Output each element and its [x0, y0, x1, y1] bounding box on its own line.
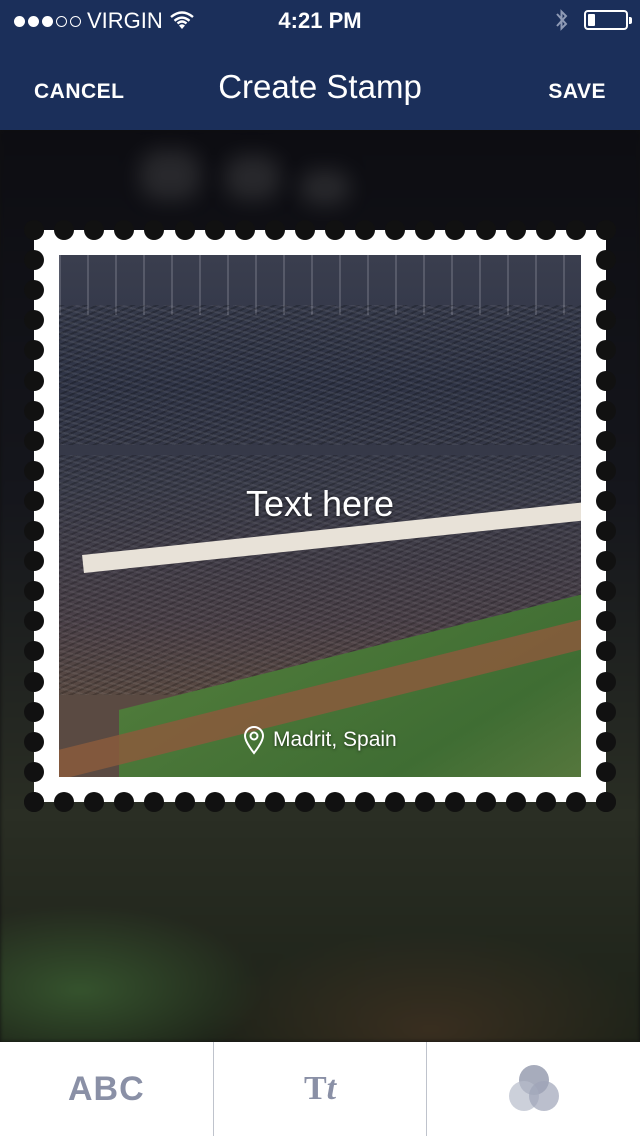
stamp-perforation: [565, 792, 586, 812]
stamp-perforation: [24, 460, 44, 481]
stamp-perforation: [385, 220, 406, 240]
text-tool-label: ABC: [68, 1069, 145, 1108]
stamp-perforation: [24, 761, 44, 782]
font-tool-button[interactable]: Tt: [214, 1042, 428, 1136]
stamp-perforation: [24, 280, 44, 301]
stamp-perforation: [355, 220, 376, 240]
stamp-perforation: [596, 731, 616, 752]
stamp-perforation: [54, 792, 75, 812]
stamp-perforation: [84, 220, 105, 240]
stamp-perforation: [565, 220, 586, 240]
stamp-perforation: [24, 250, 44, 271]
location-pin-icon: [243, 726, 265, 755]
stamp-perforation: [264, 792, 285, 812]
stamp-perforation: [294, 792, 315, 812]
stamp-perforation: [596, 521, 616, 541]
stamp-perforation: [24, 340, 44, 361]
stamp-perforation: [24, 220, 44, 240]
stamp-perforation: [505, 792, 526, 812]
stamp-perforation: [596, 551, 616, 572]
stamp-perforation: [596, 400, 616, 421]
stamp-perforation: [24, 581, 44, 602]
stamp-perforation: [204, 792, 225, 812]
stamp-perforation: [445, 220, 466, 240]
stamp-perforation: [114, 220, 135, 240]
stamp-perforation: [24, 521, 44, 541]
stamp-perforation: [294, 220, 315, 240]
bluetooth-icon: [556, 9, 568, 31]
stamp-perforation: [24, 551, 44, 572]
stamp-perforation: [24, 611, 44, 632]
stamp-perforation: [596, 761, 616, 782]
stamp-perforation: [596, 490, 616, 511]
stamp-preview[interactable]: Text here Madrit, Spain: [24, 220, 616, 812]
stamp-perforation: [535, 792, 556, 812]
stamp-perforation: [596, 250, 616, 271]
stamp-perforation: [596, 701, 616, 722]
stamp-perforation: [24, 400, 44, 421]
stamp-perforation: [596, 791, 616, 812]
stamp-perforation: [24, 310, 44, 331]
stamp-perforation: [174, 792, 195, 812]
stamp-perforation: [24, 370, 44, 391]
stamp-text[interactable]: Text here: [59, 483, 581, 525]
navigation-bar: CANCEL Create Stamp SAVE: [0, 40, 640, 130]
stamp-perforation: [144, 220, 165, 240]
filter-icon: [508, 1065, 559, 1111]
bottom-toolbar: ABC Tt: [0, 1042, 640, 1136]
stamp-perforation: [595, 220, 616, 240]
stamp-perforation: [24, 430, 44, 451]
stamp-perforation: [24, 701, 44, 722]
font-tool-icon: Tt: [303, 1070, 337, 1107]
stamp-location[interactable]: Madrit, Spain: [243, 725, 397, 755]
stamp-perforation: [325, 792, 345, 812]
page-title: Create Stamp: [218, 68, 422, 105]
save-button[interactable]: SAVE: [548, 80, 606, 104]
stamp-perforation: [234, 792, 255, 812]
stamp-perforation: [475, 792, 496, 812]
stamp-perforation: [355, 792, 376, 812]
stamp-perforation: [174, 220, 195, 240]
stamp-perforation: [24, 671, 44, 692]
stamp-perforation: [596, 370, 616, 391]
stamp-perforation: [24, 641, 44, 662]
stamp-perforation: [264, 220, 285, 240]
status-time: 4:21 PM: [278, 8, 362, 33]
status-bar: VIRGIN 4:21 PM: [0, 0, 640, 40]
stamp-perforation: [596, 460, 616, 481]
location-label: Madrit, Spain: [273, 728, 397, 751]
stamp-perforation: [24, 791, 44, 812]
filter-tool-button[interactable]: [427, 1042, 640, 1136]
stamp-perforation: [596, 671, 616, 692]
stamp-perforation: [596, 430, 616, 451]
stamp-perforation: [415, 220, 436, 240]
battery-icon: [584, 10, 632, 30]
stamp-perforation: [234, 220, 255, 240]
text-tool-button[interactable]: ABC: [0, 1042, 214, 1136]
stamp-perforation: [505, 220, 526, 240]
stamp-perforation: [54, 220, 75, 240]
stamp-perforation: [24, 490, 44, 511]
stamp-perforation: [204, 220, 225, 240]
stamp-perforation: [24, 731, 44, 752]
stamp-perforation: [535, 220, 556, 240]
stamp-perforation: [475, 220, 496, 240]
stamp-photo: Text here Madrit, Spain: [59, 255, 581, 777]
battery-level: [588, 14, 595, 26]
stamp-perforation: [325, 220, 345, 240]
